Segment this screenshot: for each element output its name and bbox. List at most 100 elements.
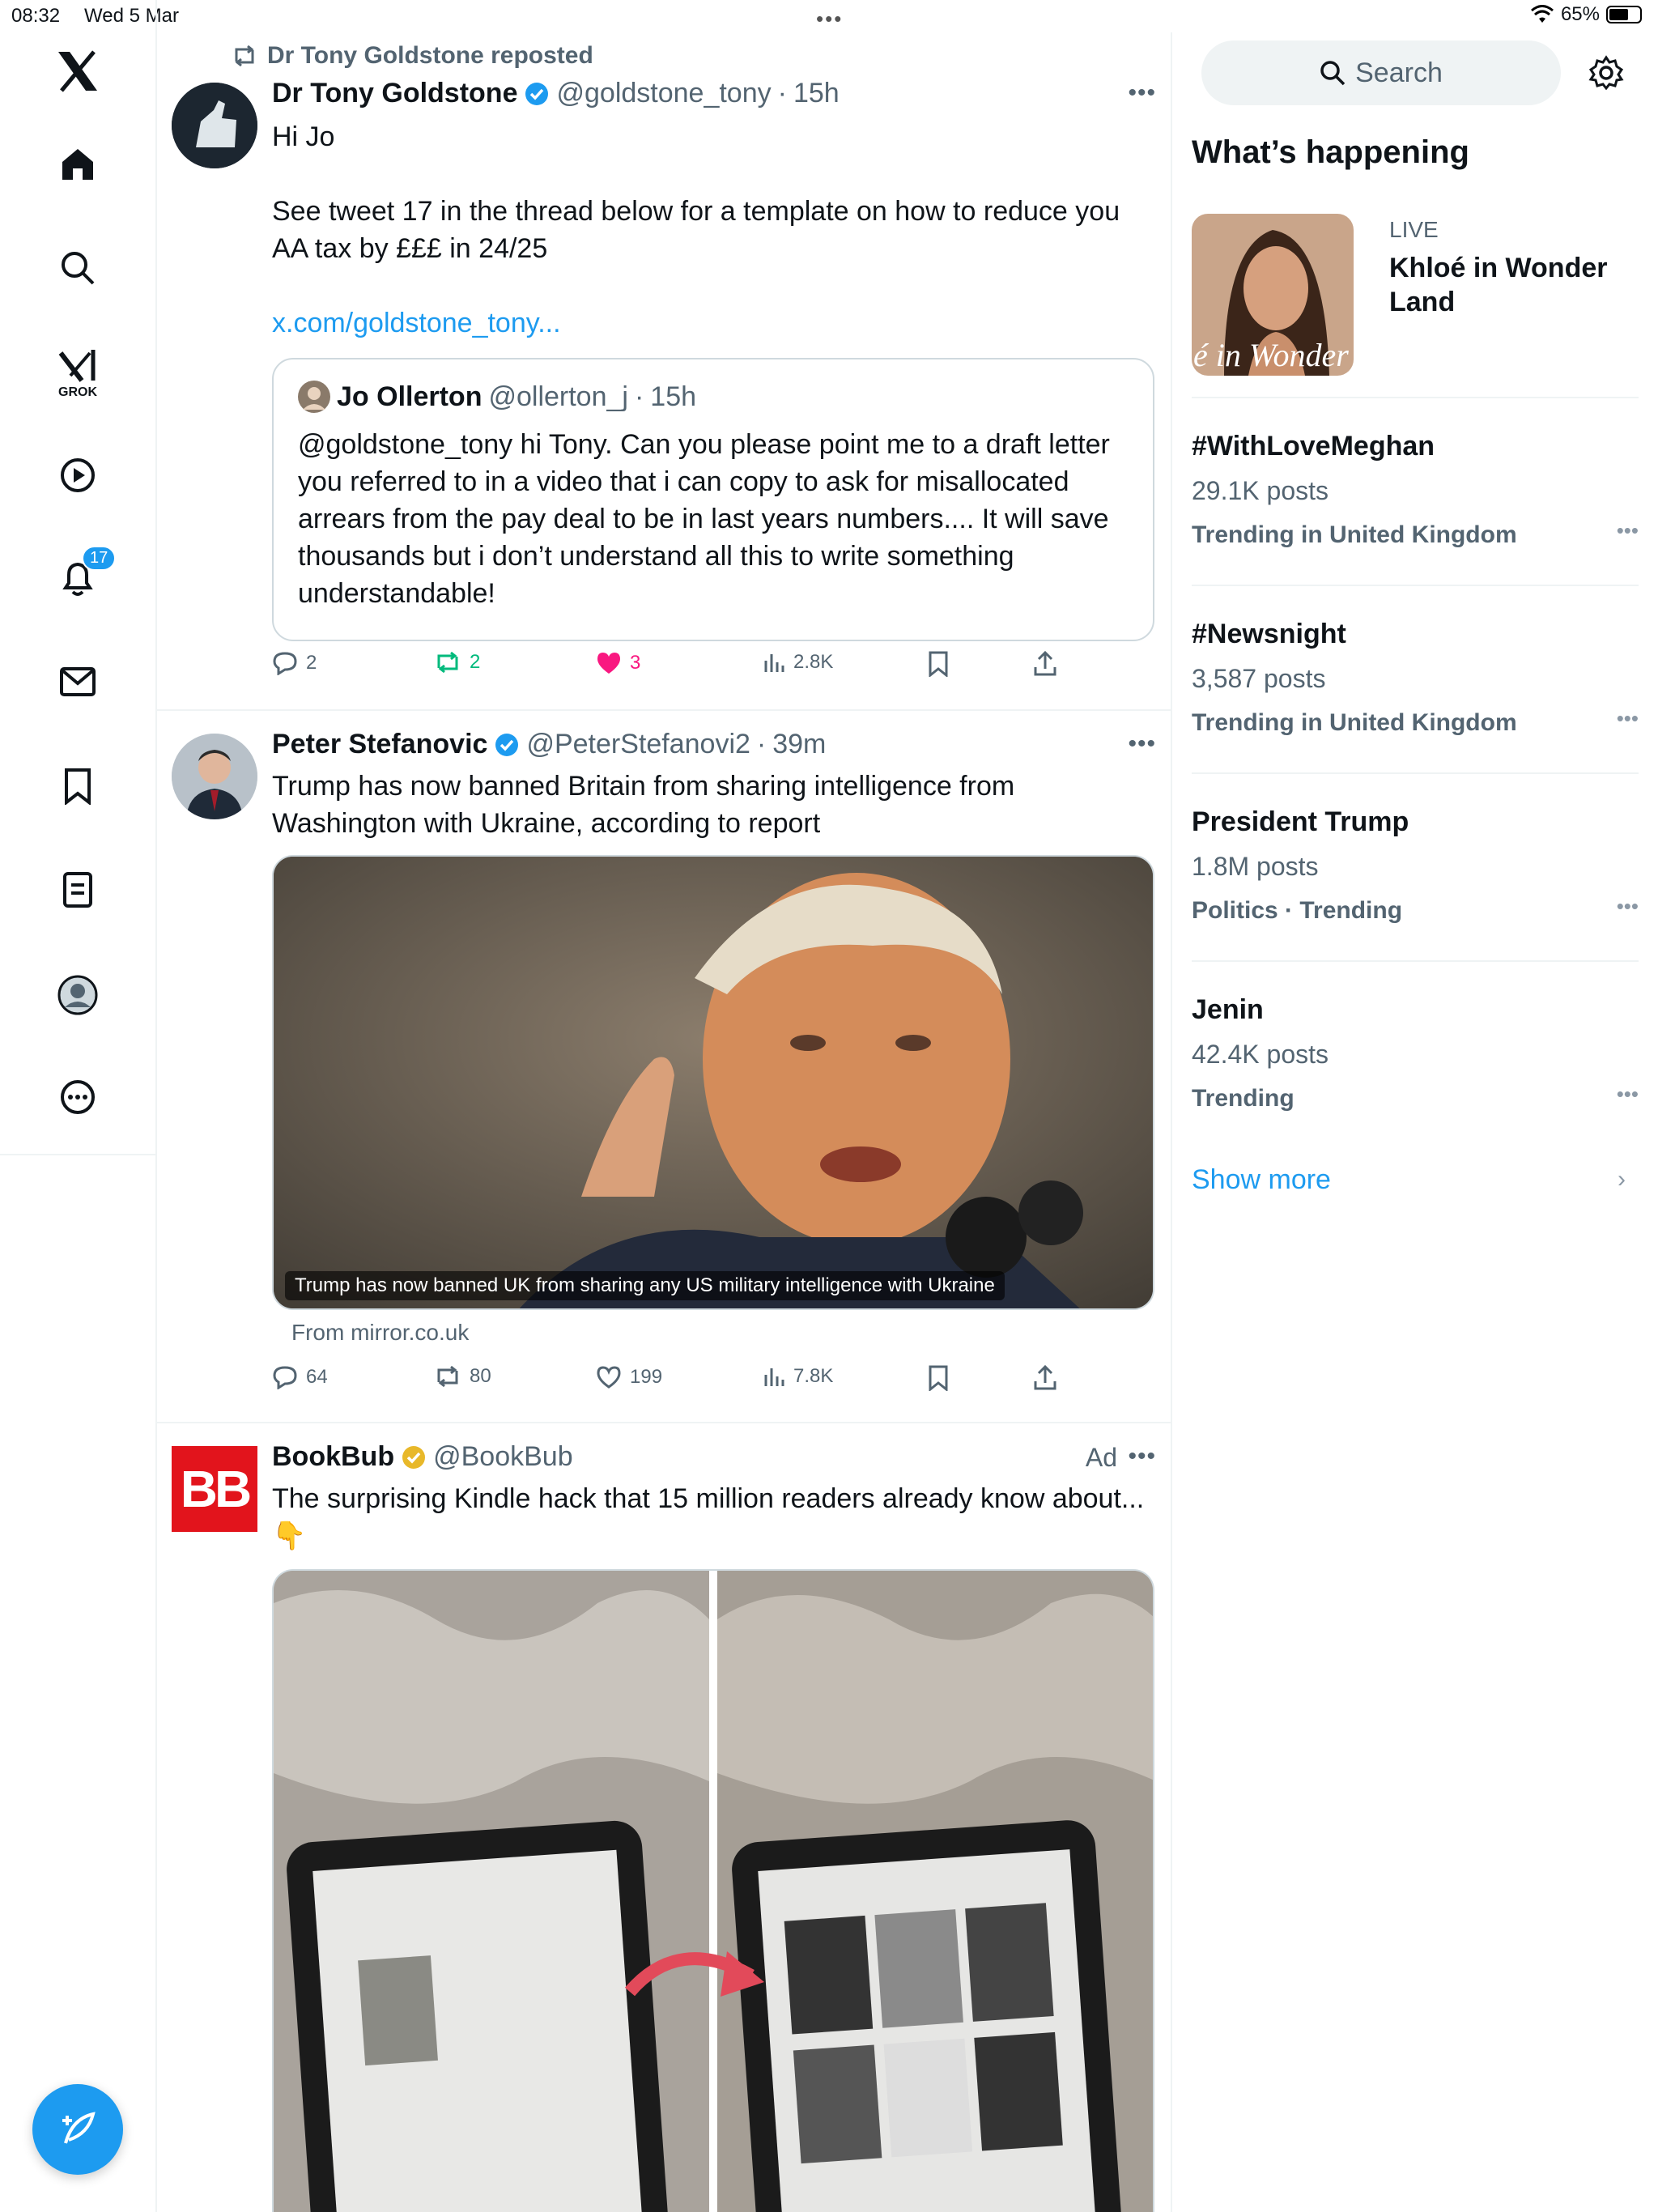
trend-count: 29.1K posts: [1192, 476, 1329, 505]
post-more-button[interactable]: •••: [1128, 79, 1156, 107]
nav-divider: [0, 1154, 155, 1155]
post-more-button[interactable]: •••: [1128, 730, 1156, 758]
trend-context: Trending: [1192, 1085, 1295, 1112]
bookmark-icon: [929, 651, 948, 677]
heart-icon: [597, 1366, 621, 1389]
home-icon[interactable]: [59, 146, 96, 183]
trend-more-button[interactable]: •••: [1617, 1082, 1639, 1107]
show-more-link[interactable]: Show more: [1192, 1164, 1331, 1196]
compose-post-button[interactable]: [32, 2084, 123, 2175]
explore-search-icon[interactable]: [59, 249, 96, 287]
views-button[interactable]: 2.8K: [763, 651, 833, 674]
views-button[interactable]: 7.8K: [763, 1365, 833, 1388]
link-source[interactable]: From mirror.co.uk: [291, 1320, 469, 1346]
post-goldstone[interactable]: Dr Tony Goldstone reposted Dr Tony Golds…: [157, 32, 1171, 711]
trend-more-button[interactable]: •••: [1617, 706, 1639, 731]
views-chart-icon: [764, 1368, 784, 1386]
gold-verified-badge-icon: [402, 1445, 426, 1469]
post-link[interactable]: x.com/goldstone_tony...: [272, 304, 1146, 342]
post-text-body: See tweet 17 in the thread below for a t…: [272, 196, 1120, 264]
author-name[interactable]: Dr Tony Goldstone: [272, 78, 517, 109]
post-text-body: The surprising Kindle hack that 15 milli…: [272, 1483, 1145, 1514]
bookmark-button[interactable]: [928, 651, 949, 677]
home-timeline: Dr Tony Goldstone reposted Dr Tony Golds…: [157, 32, 1172, 2212]
live-tag: LIVE: [1389, 217, 1439, 242]
profile-avatar-icon[interactable]: [57, 975, 98, 1015]
heart-filled-icon: [597, 653, 620, 674]
more-options-icon[interactable]: [59, 1078, 96, 1116]
trend-name: President Trump: [1192, 806, 1409, 837]
point-down-emoji: 👇: [272, 1521, 307, 1551]
trend-count: 3,587 posts: [1192, 664, 1326, 693]
repost-indicator: Dr Tony Goldstone reposted: [232, 42, 593, 70]
avatar[interactable]: BB: [172, 1446, 257, 1532]
trend-more-button[interactable]: •••: [1617, 518, 1639, 543]
trend-more-button[interactable]: •••: [1617, 894, 1639, 919]
post-text-line1: Hi Jo: [272, 121, 335, 152]
post-time[interactable]: 39m: [772, 729, 826, 760]
quote-time: 15h: [650, 381, 697, 412]
trend-item[interactable]: #WithLoveMeghan 29.1K posts Trending in …: [1192, 397, 1639, 585]
avatar[interactable]: [172, 83, 257, 168]
ad-image[interactable]: [272, 1569, 1154, 2212]
like-button[interactable]: 199: [596, 1365, 662, 1389]
x-logo-icon[interactable]: [55, 50, 100, 92]
views-chart-icon: [764, 654, 784, 672]
live-event-image: é in Wonder l: [1192, 214, 1354, 376]
trend-count: 1.8M posts: [1192, 852, 1319, 881]
reply-icon: [273, 1366, 297, 1389]
live-title: Khloé in Wonder Land: [1389, 253, 1608, 317]
bookmarks-icon[interactable]: [62, 768, 94, 805]
grok-icon[interactable]: GROK: [57, 348, 98, 400]
repost-button[interactable]: 2: [434, 651, 480, 674]
like-count: 199: [630, 1366, 663, 1388]
share-button[interactable]: [1033, 651, 1057, 677]
share-button[interactable]: [1033, 1365, 1057, 1391]
author-handle[interactable]: @PeterStefanovi2: [526, 729, 750, 760]
chevron-right-icon: ›: [1618, 1166, 1626, 1193]
trend-item[interactable]: President Trump 1.8M posts Politics · Tr…: [1192, 772, 1639, 960]
views-count: 2.8K: [793, 651, 834, 673]
trend-context: Trending in United Kingdom: [1192, 709, 1517, 736]
reply-button[interactable]: 64: [272, 1365, 328, 1389]
quote-text: @goldstone_tony hi Tony. Can you please …: [298, 429, 1110, 609]
lists-icon[interactable]: [62, 871, 94, 908]
trend-item[interactable]: Jenin 42.4K posts Trending •••: [1192, 960, 1639, 1148]
trend-name: #WithLoveMeghan: [1192, 431, 1435, 462]
author-name[interactable]: Peter Stefanovic: [272, 729, 487, 760]
messages-mail-icon[interactable]: [59, 666, 96, 698]
left-navigation: GROK 17: [0, 0, 157, 2212]
quote-author-handle: @ollerton_j: [488, 381, 628, 412]
multitasking-handle[interactable]: •••: [816, 6, 843, 32]
video-icon[interactable]: [59, 457, 96, 494]
compose-feather-icon: [62, 2112, 96, 2144]
repost-button[interactable]: 80: [434, 1365, 491, 1388]
post-more-button[interactable]: •••: [1128, 1443, 1156, 1470]
author-handle[interactable]: @BookBub: [433, 1441, 573, 1473]
verified-badge-icon: [525, 82, 549, 105]
search-icon: [1320, 61, 1346, 86]
bookmark-button[interactable]: [928, 1365, 949, 1391]
reply-button[interactable]: 2: [272, 651, 317, 675]
reply-count: 2: [306, 652, 317, 674]
live-event-card[interactable]: é in Wonder l LIVE Khloé in Wonder Land: [1192, 214, 1639, 376]
post-time[interactable]: 15h: [793, 78, 840, 109]
search-input[interactable]: Search: [1201, 40, 1561, 105]
settings-gear-icon[interactable]: [1588, 55, 1624, 95]
trend-context: Trending in United Kingdom: [1192, 521, 1517, 548]
post-bookbub-ad[interactable]: BB BookBub @BookBub Ad ••• The surprisin…: [157, 1423, 1171, 2212]
reply-icon: [273, 652, 297, 675]
author-name[interactable]: BookBub: [272, 1441, 394, 1473]
like-button[interactable]: 3: [596, 651, 640, 675]
notifications-bell-icon[interactable]: 17: [59, 546, 117, 598]
post-stefanovic[interactable]: Peter Stefanovic @PeterStefanovi2 · 39m …: [157, 711, 1171, 1423]
repost-count: 2: [470, 651, 481, 673]
trend-item[interactable]: #Newsnight 3,587 posts Trending in Unite…: [1192, 585, 1639, 772]
verified-badge-icon: [495, 733, 519, 756]
author-handle[interactable]: @goldstone_tony: [556, 78, 771, 109]
like-count: 3: [630, 652, 641, 674]
quoted-post[interactable]: Jo Ollerton @ollerton_j · 15h @goldstone…: [272, 358, 1154, 641]
link-card-image[interactable]: Trump has now banned UK from sharing any…: [272, 855, 1154, 1310]
avatar[interactable]: [172, 734, 257, 819]
post-text-body: Trump has now banned Britain from sharin…: [272, 771, 1015, 839]
